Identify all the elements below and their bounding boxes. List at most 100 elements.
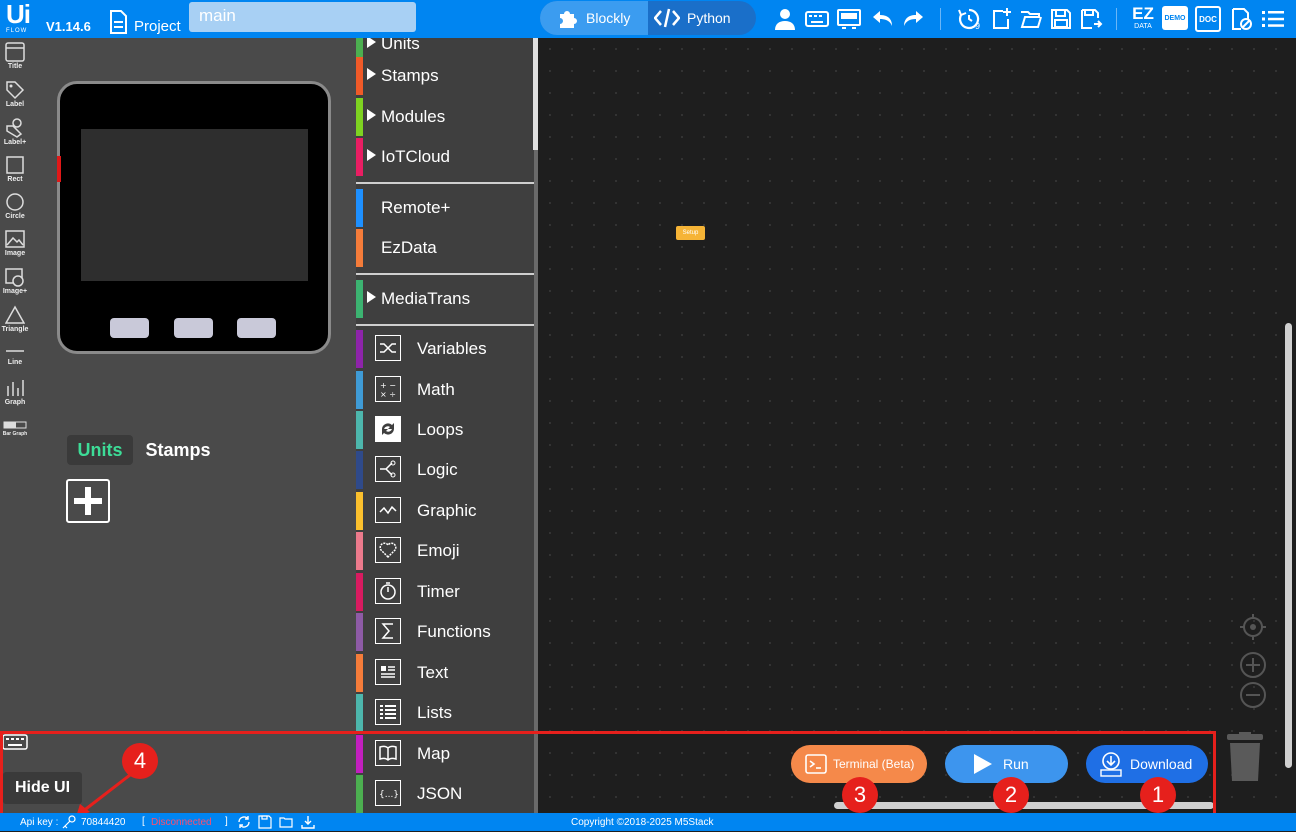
category-emoji[interactable]: Emoji xyxy=(356,532,534,570)
category-color-bar xyxy=(356,411,363,449)
hide-ui-button[interactable]: Hide UI xyxy=(3,772,82,804)
tool-label-plus-label: Label+ xyxy=(3,139,27,146)
tool-rect[interactable]: Rect xyxy=(0,155,30,183)
tool-circle[interactable]: Circle xyxy=(0,192,30,220)
device-icon[interactable] xyxy=(836,6,862,32)
tool-bar-graph-label: Bar Graph xyxy=(2,431,28,437)
category-stamps-label: Stamps xyxy=(381,66,439,85)
copyright-text: Copyright ©2018-2025 M5Stack xyxy=(571,817,714,828)
branch-icon xyxy=(375,456,401,482)
palette-scrollbar-thumb[interactable] xyxy=(533,38,538,150)
tab-python-label: Python xyxy=(687,10,731,26)
doc-icon[interactable]: DOC xyxy=(1195,6,1221,32)
ezdata-icon[interactable]: EZ DATA xyxy=(1130,5,1156,33)
new-file-icon[interactable] xyxy=(988,6,1014,32)
category-color-bar xyxy=(356,189,363,227)
category-remote[interactable]: Remote+ xyxy=(356,189,534,227)
list-icon xyxy=(375,699,401,725)
save-icon[interactable] xyxy=(1048,6,1074,32)
add-unit-button[interactable] xyxy=(66,479,110,523)
zoom-out-icon[interactable] xyxy=(1239,681,1267,709)
workspace-v-scrollbar[interactable] xyxy=(1285,323,1292,768)
category-lists[interactable]: Lists xyxy=(356,694,534,732)
tab-stamps[interactable]: Stamps xyxy=(142,435,214,465)
recenter-icon[interactable] xyxy=(1239,613,1267,641)
tool-graph-label: Graph xyxy=(4,399,26,406)
category-iotcloud[interactable]: IoTCloud xyxy=(356,138,534,176)
category-stamps[interactable]: Stamps xyxy=(356,57,534,95)
settings-icon[interactable] xyxy=(1228,6,1254,32)
keyboard-icon[interactable] xyxy=(804,6,830,32)
zoom-in-icon[interactable] xyxy=(1239,651,1267,679)
filename-input[interactable]: main xyxy=(189,2,416,32)
tool-image-plus[interactable]: Image+ xyxy=(0,267,30,295)
tab-blockly-label: Blockly xyxy=(586,10,631,26)
category-graphic[interactable]: Graphic xyxy=(356,492,534,530)
image-icon xyxy=(5,230,25,248)
category-logic[interactable]: Logic xyxy=(356,451,534,489)
refresh-icon[interactable] xyxy=(237,815,251,829)
category-math[interactable]: + − × ÷ Math xyxy=(356,371,534,409)
undo-icon[interactable] xyxy=(870,6,896,32)
tool-label-plus[interactable]: Label+ xyxy=(0,118,30,146)
puzzle-icon xyxy=(556,6,580,30)
demo-label: DEMO xyxy=(1164,14,1186,22)
tool-title[interactable]: Title xyxy=(0,42,30,70)
rect-icon xyxy=(6,156,24,174)
category-modules[interactable]: Modules xyxy=(356,98,534,136)
category-mediatrans[interactable]: MediaTrans xyxy=(356,280,534,318)
tool-label-label: Label xyxy=(5,101,25,108)
category-text[interactable]: Text xyxy=(356,654,534,692)
save-as-icon[interactable] xyxy=(1078,6,1104,32)
menu-icon[interactable] xyxy=(1260,6,1286,32)
category-color-bar xyxy=(356,654,363,692)
history-count: 9 xyxy=(975,21,981,31)
tab-python[interactable]: Python xyxy=(648,1,756,35)
category-ezdata[interactable]: EzData xyxy=(356,229,534,267)
demo-icon[interactable]: DEMO xyxy=(1162,6,1188,30)
image-plus-icon xyxy=(5,268,24,287)
project-button[interactable]: Project xyxy=(108,8,181,35)
expand-arrow-icon xyxy=(367,149,376,161)
label-icon xyxy=(6,81,25,100)
category-color-bar xyxy=(356,98,363,136)
tool-graph[interactable]: Graph xyxy=(0,378,30,406)
category-remote-label: Remote+ xyxy=(381,198,451,217)
open-folder-icon[interactable] xyxy=(1018,6,1044,32)
tab-units[interactable]: Units xyxy=(67,435,133,465)
category-functions[interactable]: Functions xyxy=(356,613,534,651)
tool-triangle[interactable]: Triangle xyxy=(0,305,30,333)
plus-icon xyxy=(74,487,102,515)
setup-block[interactable]: Setup xyxy=(676,226,705,240)
tool-image[interactable]: Image xyxy=(0,229,30,257)
device-button-c[interactable] xyxy=(237,318,276,338)
category-emoji-label: Emoji xyxy=(417,541,460,560)
tool-line[interactable]: Line xyxy=(0,344,30,366)
category-color-bar xyxy=(356,573,363,611)
blockly-workspace[interactable]: Setup xyxy=(539,38,1296,813)
category-variables[interactable]: Variables xyxy=(356,330,534,368)
category-loops[interactable]: Loops xyxy=(356,411,534,449)
device-button-b[interactable] xyxy=(174,318,213,338)
redo-icon[interactable] xyxy=(900,6,926,32)
top-toolbar: Ui FLOW V1.14.6 Project main Blockly Pyt… xyxy=(0,0,1296,38)
trash-icon[interactable] xyxy=(1225,732,1265,784)
category-units-label: Units xyxy=(381,38,420,53)
tab-blockly[interactable]: Blockly xyxy=(540,1,648,35)
save-small-icon[interactable] xyxy=(258,815,272,829)
tool-bar-graph[interactable]: Bar Graph xyxy=(0,420,30,437)
download-small-icon[interactable] xyxy=(301,815,315,829)
tool-image-plus-label: Image+ xyxy=(2,288,28,295)
folder-small-icon[interactable] xyxy=(279,815,293,829)
user-icon[interactable] xyxy=(772,6,798,32)
device-button-a[interactable] xyxy=(110,318,149,338)
connection-status: Disconnected xyxy=(151,817,212,828)
ezdata-top: EZ xyxy=(1132,4,1154,23)
category-timer[interactable]: Timer xyxy=(356,573,534,611)
tool-label[interactable]: Label xyxy=(0,80,30,108)
doc-label: DOC xyxy=(1199,14,1217,24)
palette-scrollbar[interactable] xyxy=(534,38,538,813)
device-screen[interactable] xyxy=(81,129,308,281)
tool-image-label: Image xyxy=(4,250,26,257)
tool-triangle-label: Triangle xyxy=(1,326,29,333)
